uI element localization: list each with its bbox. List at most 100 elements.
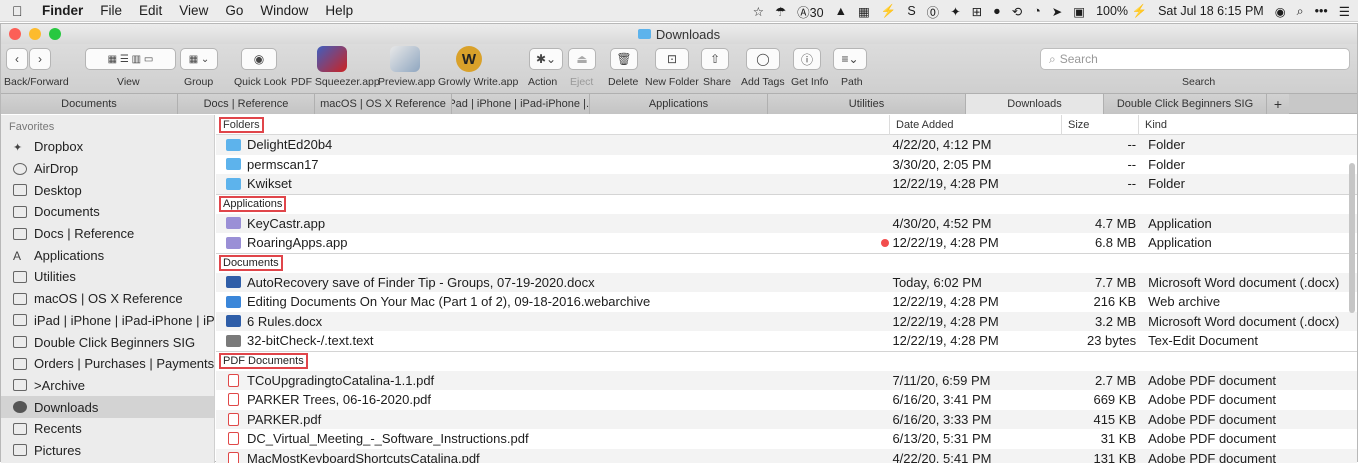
sidebar-item-applications[interactable]: AApplications — [1, 244, 214, 266]
sidebar-item-pictures[interactable]: Pictures — [1, 440, 214, 462]
file-name-cell: RoaringApps.app — [216, 235, 884, 250]
tab-applications[interactable]: Applications — [590, 94, 768, 114]
add-tags-button[interactable]: ◯ — [746, 48, 780, 70]
close-button[interactable] — [9, 28, 21, 40]
search-field[interactable]: ⌕ Search — [1040, 48, 1350, 70]
file-name: RoaringApps.app — [247, 235, 347, 250]
tab-docs-reference[interactable]: Docs | Reference — [178, 94, 315, 114]
column-kind[interactable]: Kind — [1139, 115, 1349, 135]
status-icon[interactable]: ● — [993, 4, 1001, 18]
status-icon[interactable]: ⓪ — [927, 2, 940, 21]
sidebar-item-docs-reference[interactable]: Docs | Reference — [1, 223, 214, 245]
sidebar-item-dropbox[interactable]: ✦Dropbox — [1, 136, 214, 158]
new-folder-button[interactable]: ⊡ — [655, 48, 689, 70]
sidebar-item-archive[interactable]: >Archive — [1, 375, 214, 397]
sidebar-item-documents[interactable]: Documents — [1, 201, 214, 223]
location-icon[interactable]: ➤ — [1052, 4, 1062, 19]
menu-app-name[interactable]: Finder — [42, 3, 83, 18]
more-icon[interactable]: ••• — [1315, 4, 1328, 18]
sidebar-item-utilities[interactable]: Utilities — [1, 266, 214, 288]
zoom-button[interactable] — [49, 28, 61, 40]
folder-icon — [226, 178, 241, 190]
status-icon[interactable]: ☆ — [753, 4, 764, 19]
sidebar-item-downloads[interactable]: Downloads — [1, 396, 214, 418]
share-button[interactable]: ⇧ — [701, 48, 729, 70]
sidebar-item-orders[interactable]: Orders | Purchases | Payments — [1, 353, 214, 375]
forward-button[interactable]: › — [29, 48, 51, 70]
menu-go[interactable]: Go — [225, 3, 243, 18]
view-segmented-control[interactable]: ▦ ☰ ▥ ▭ — [85, 48, 176, 70]
sidebar-item-macos-reference[interactable]: macOS | OS X Reference — [1, 288, 214, 310]
table-row[interactable]: AutoRecovery save of Finder Tip - Groups… — [216, 273, 1357, 293]
sidebar-item-recents[interactable]: Recents — [1, 418, 214, 440]
column-name[interactable]: Folders — [216, 115, 890, 135]
status-icon[interactable]: ⚡ — [881, 4, 897, 19]
menu-window[interactable]: Window — [260, 3, 308, 18]
sidebar-item-double-click[interactable]: Double Click Beginners SIG — [1, 331, 214, 353]
tab-documents[interactable]: Documents — [1, 94, 178, 114]
menu-view[interactable]: View — [179, 3, 208, 18]
table-row[interactable]: 32-bitCheck-/.text.text12/22/19, 4:28 PM… — [216, 331, 1357, 351]
file-name-cell: 32-bitCheck-/.text.text — [216, 333, 884, 348]
tab-ipad-iphone[interactable]: iPad | iPhone | iPad-iPhone |... — [452, 94, 590, 114]
table-row[interactable]: permscan173/30/20, 2:05 PM--Folder — [216, 155, 1357, 175]
menu-file[interactable]: File — [100, 3, 122, 18]
status-icon[interactable]: S — [907, 4, 915, 18]
dropbox-status-icon[interactable]: ✦ — [950, 4, 960, 19]
group-button[interactable]: ▦ ⌄ — [180, 48, 218, 70]
table-row[interactable]: TCoUpgradingtoCatalina-1.1.pdf7/11/20, 6… — [216, 371, 1357, 391]
table-row[interactable]: PARKER Trees, 06-16-2020.pdf6/16/20, 3:4… — [216, 390, 1357, 410]
battery-status[interactable]: 100% ⚡ — [1096, 4, 1147, 19]
growly-write-icon[interactable]: W — [456, 46, 482, 72]
table-row[interactable]: Kwikset12/22/19, 4:28 PM--Folder — [216, 174, 1357, 194]
status-icon[interactable]: ⊞ — [972, 4, 982, 19]
sidebar-item-airdrop[interactable]: AirDrop — [1, 158, 214, 180]
table-row[interactable]: RoaringApps.app12/22/19, 4:28 PM6.8 MBAp… — [216, 233, 1357, 253]
back-button[interactable]: ‹ — [6, 48, 28, 70]
table-row[interactable]: PARKER.pdf6/16/20, 3:33 PM415 KBAdobe PD… — [216, 410, 1357, 430]
sidebar-item-ipad-iphone[interactable]: iPad | iPhone | iPad-iPhone | iPod — [1, 310, 214, 332]
column-date-added[interactable]: Date Added — [890, 115, 1062, 135]
status-icon[interactable]: ☂ — [775, 4, 786, 19]
delete-button[interactable]: 🗑 — [610, 48, 638, 70]
table-row[interactable]: MacMostKeyboardShortcutsCatalina.pdf4/22… — [216, 449, 1357, 463]
action-button[interactable]: ✱⌄ — [529, 48, 563, 70]
tab-utilities[interactable]: Utilities — [768, 94, 966, 114]
table-row[interactable]: DC_Virtual_Meeting_-_Software_Instructio… — [216, 429, 1357, 449]
webarchive-icon — [226, 296, 241, 308]
table-row[interactable]: 6 Rules.docx12/22/19, 4:28 PM3.2 MBMicro… — [216, 312, 1357, 332]
menu-help[interactable]: Help — [325, 3, 353, 18]
siri-icon[interactable]: ◉ — [1275, 4, 1286, 19]
file-kind: Adobe PDF document — [1148, 412, 1357, 427]
table-row[interactable]: KeyCastr.app4/30/20, 4:52 PM4.7 MBApplic… — [216, 214, 1357, 234]
clock[interactable]: Sat Jul 18 6:15 PM — [1158, 4, 1264, 18]
menu-edit[interactable]: Edit — [139, 3, 162, 18]
status-icon[interactable]: ▣ — [1073, 4, 1085, 19]
apple-menu-icon[interactable]:  — [12, 3, 28, 19]
column-size[interactable]: Size — [1062, 115, 1139, 135]
minimize-button[interactable] — [29, 28, 41, 40]
quick-look-button[interactable]: ◉ — [241, 48, 277, 70]
pdf-squeezer-icon[interactable] — [317, 46, 347, 72]
wifi-icon[interactable]: ◔ — [1033, 4, 1041, 18]
status-icon[interactable]: ▲ — [835, 4, 847, 18]
new-tab-button[interactable]: + — [1267, 94, 1289, 114]
status-icon[interactable]: ▦ — [858, 4, 870, 19]
group-header: Applications — [216, 194, 1357, 214]
scrollbar[interactable] — [1349, 163, 1355, 313]
spotlight-icon[interactable]: ⌕ — [1297, 4, 1304, 19]
table-row[interactable]: DelightEd20b44/22/20, 4:12 PM--Folder — [216, 135, 1357, 155]
table-row[interactable]: Editing Documents On Your Mac (Part 1 of… — [216, 292, 1357, 312]
preview-app-icon[interactable] — [390, 46, 420, 72]
tab-double-click[interactable]: Double Click Beginners SIG — [1104, 94, 1267, 114]
tab-macos-reference[interactable]: macOS | OS X Reference — [315, 94, 452, 114]
toolbar-label: Path — [841, 76, 863, 88]
sidebar-item-desktop[interactable]: Desktop — [1, 179, 214, 201]
tab-downloads[interactable]: Downloads — [966, 94, 1104, 114]
get-info-button[interactable]: ⓘ — [793, 48, 821, 70]
notification-center-icon[interactable]: ☰ — [1339, 4, 1350, 19]
status-icon[interactable]: Ⓐ30 — [797, 2, 823, 21]
path-button[interactable]: ≡⌄ — [833, 48, 867, 70]
time-machine-icon[interactable]: ⟲ — [1012, 4, 1022, 19]
eject-button[interactable]: ⏏ — [568, 48, 596, 70]
